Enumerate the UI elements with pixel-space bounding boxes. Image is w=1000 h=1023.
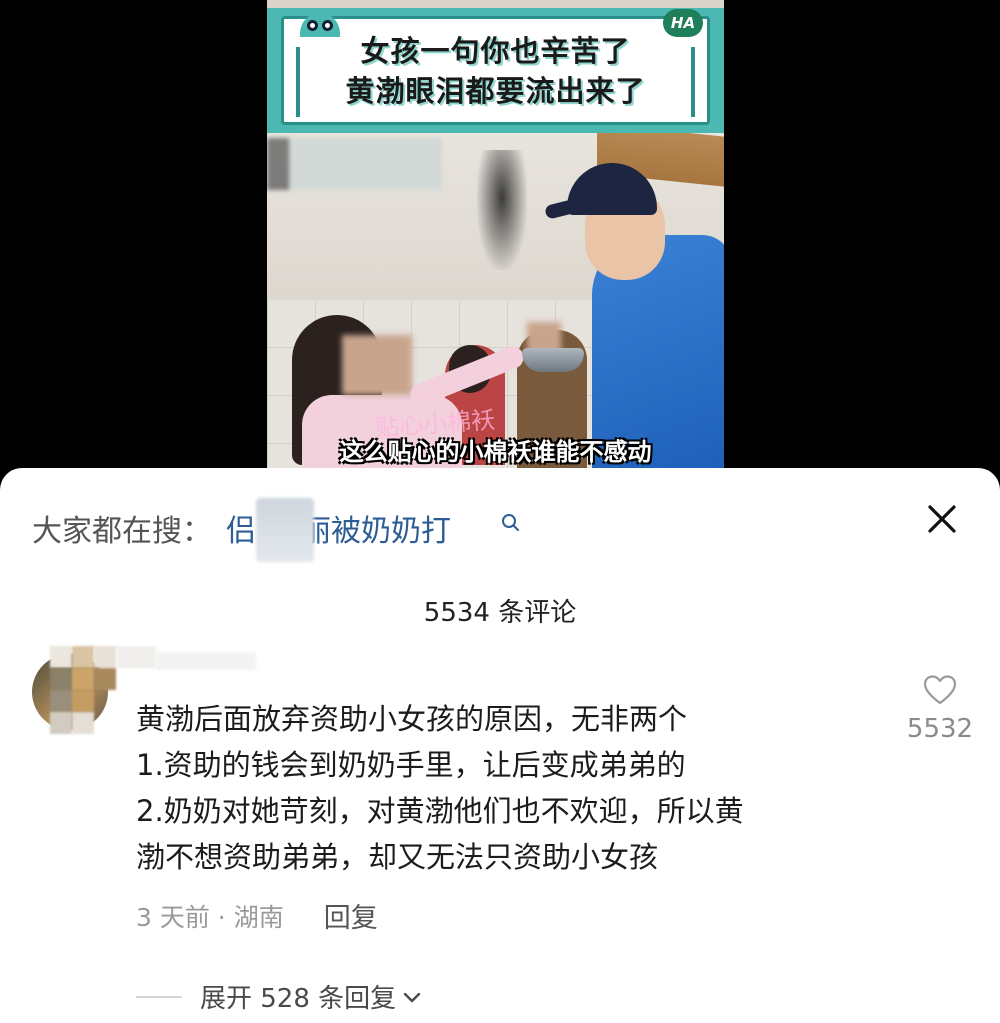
trending-search-term: 丽被奶奶打: [301, 514, 451, 549]
blurred-search-term: [256, 498, 314, 562]
banner-card: HA 女孩一句你也辛苦了 黄渤眼泪都要流出来了: [281, 9, 710, 125]
comment-line: 2.奶奶对她苛刻，对黄渤他们也不欢迎，所以黄: [136, 794, 744, 828]
heart-outline-icon[interactable]: [923, 674, 957, 706]
banner-decor-bar: [296, 47, 300, 117]
comment-line: 黄渤后面放弃资助小女孩的原因，无非两个: [136, 702, 688, 736]
blurred-face: [342, 335, 412, 395]
comment-meta: 3 天前 · 湖南 回复: [136, 896, 378, 935]
chevron-down-icon: [403, 992, 421, 1002]
comment-line: 渤不想资助弟弟，却又无法只资助小女孩: [136, 840, 659, 874]
like-count: 5532: [906, 714, 974, 744]
video-title-banner: HA 女孩一句你也辛苦了 黄渤眼泪都要流出来了: [267, 8, 724, 133]
video-scene-soot: [477, 150, 527, 270]
reply-button[interactable]: 回复: [324, 896, 378, 935]
video-subtitle: 这么贴心的小棉袄谁能不感动: [339, 438, 652, 466]
expand-replies-button[interactable]: 展开 528 条回复: [136, 978, 424, 1015]
eyes-icon: [300, 13, 340, 37]
close-icon[interactable]: [923, 500, 961, 538]
banner-title-line-2: 黄渤眼泪都要流出来了: [345, 73, 646, 108]
video-player[interactable]: HA 女孩一句你也辛苦了 黄渤眼泪都要流出来了 贴心小棉袄 这么贴心的小棉袄谁能…: [267, 0, 724, 470]
search-icon[interactable]: [500, 512, 522, 534]
comment-line: 1.资助的钱会到奶奶手里，让后变成弟弟的: [136, 748, 686, 782]
banner-badge: HA: [663, 9, 703, 37]
trending-search-row[interactable]: 大家都在搜： 侣 丽被奶奶打: [32, 508, 451, 549]
banner-decor-bar: [691, 47, 695, 117]
trending-search-term-lead: 侣: [226, 514, 256, 549]
banner-title-line-1: 女孩一句你也辛苦了: [360, 33, 631, 68]
blurred-watermark: [267, 138, 442, 190]
divider: [136, 995, 182, 998]
trending-search-prefix: 大家都在搜：: [32, 514, 212, 549]
like-button[interactable]: 5532: [900, 674, 980, 744]
expand-replies-label: 展开 528 条回复: [200, 984, 397, 1014]
comment-body: 黄渤后面放弃资助小女孩的原因，无非两个 1.资助的钱会到奶奶手里，让后变成弟弟的…: [136, 696, 896, 880]
video-bowl: [522, 348, 584, 372]
comment-count: 5534 条评论: [423, 598, 577, 628]
comment-sheet: 大家都在搜： 侣 丽被奶奶打 5534 条评论 黄渤后面放弃资助小女孩的原因，无…: [0, 468, 1000, 1023]
comment-time-location: 3 天前 · 湖南: [136, 902, 284, 932]
